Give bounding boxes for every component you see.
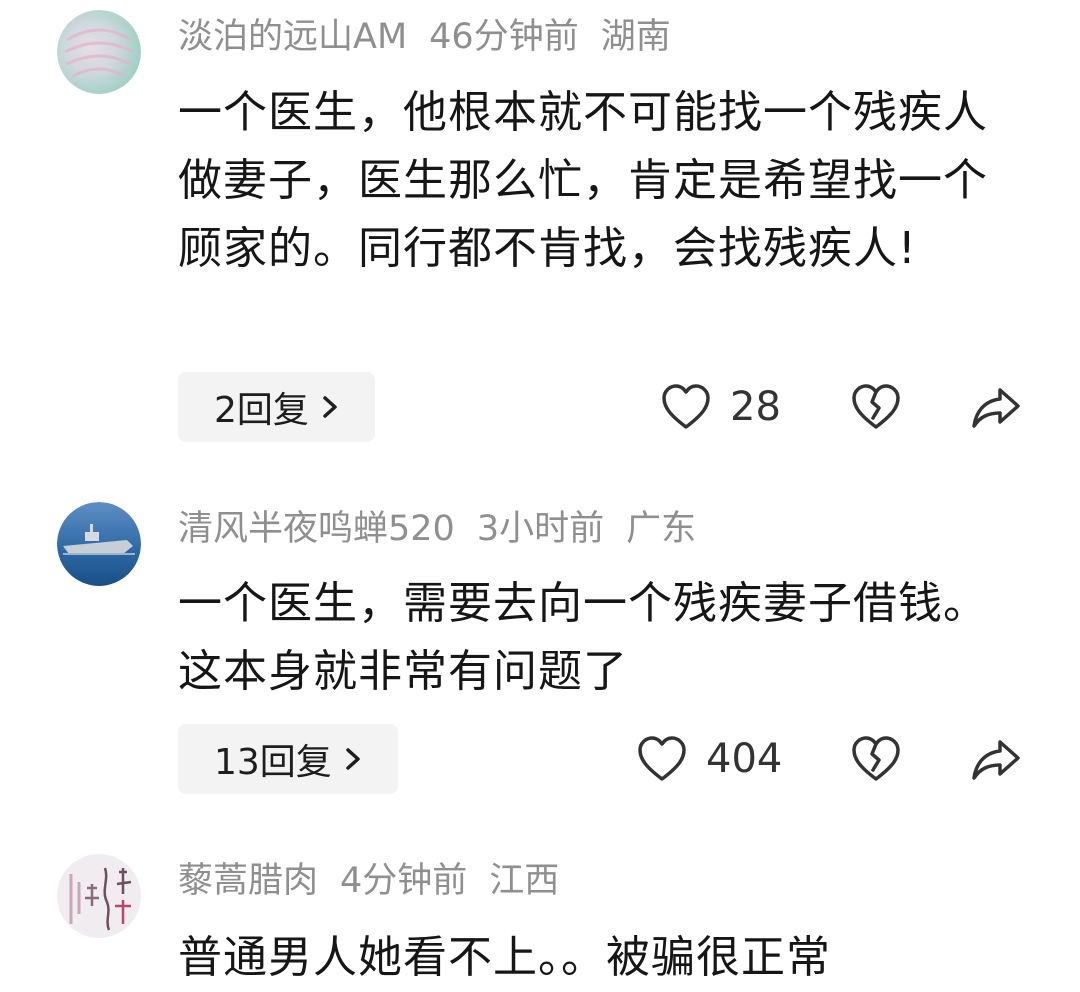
- action-bar: 404: [0, 724, 1080, 794]
- share-arrow-icon[interactable]: [970, 736, 1022, 784]
- avatar[interactable]: [57, 502, 141, 586]
- like-button[interactable]: 404: [636, 724, 782, 794]
- timestamp: 4分钟前: [340, 861, 468, 901]
- comment-meta: 淡泊的远山AM 46分钟前 湖南: [178, 15, 693, 59]
- share-arrow-icon[interactable]: [970, 384, 1022, 432]
- heart-outline-icon: [638, 736, 686, 781]
- comment-text: 一个医生，需要去向一个残疾妻子借钱。这本身就非常有问题了: [178, 578, 988, 697]
- like-count: 28: [730, 384, 781, 430]
- action-bar: 28: [0, 372, 1080, 442]
- comment-meta: 清风半夜鸣蝉520 3小时前 广东: [178, 507, 718, 551]
- comment-text: 普通男人她看不上。。被骗很正常: [178, 932, 831, 983]
- comment-item: 淡泊的远山AM 46分钟前 湖南 一个医生，他根本就不可能找一个残疾人做妻子，医生那…: [0, 0, 1080, 470]
- comment-item: 清风半夜鸣蝉520 3小时前 广东 一个医生，需要去向一个残疾妻子借钱。这本身就非常…: [0, 490, 1080, 820]
- broken-heart-icon[interactable]: [850, 734, 902, 784]
- location: 广东: [626, 509, 697, 549]
- like-count: 404: [706, 736, 783, 782]
- username[interactable]: 清风半夜鸣蝉520: [178, 509, 455, 549]
- comment-meta: 藜蒿腊肉 4分钟前 江西: [178, 859, 581, 903]
- avatar[interactable]: [57, 854, 141, 938]
- username[interactable]: 淡泊的远山AM: [178, 17, 407, 57]
- heart-outline-icon: [662, 384, 710, 429]
- username[interactable]: 藜蒿腊肉: [178, 861, 318, 901]
- comment-text: 一个医生，他根本就不可能找一个残疾人做妻子，医生那么忙，肯定是希望找一个顾家的。…: [178, 87, 988, 274]
- timestamp: 3小时前: [476, 509, 605, 549]
- location: 江西: [489, 861, 560, 901]
- broken-heart-icon[interactable]: [850, 382, 902, 432]
- avatar[interactable]: [57, 10, 141, 94]
- comment-item: 藜蒿腊肉 4分钟前 江西 普通男人她看不上。。被骗很正常: [0, 850, 1080, 983]
- like-button[interactable]: 28: [660, 372, 781, 442]
- timestamp: 46分钟前: [429, 17, 579, 57]
- location: 湖南: [600, 17, 671, 57]
